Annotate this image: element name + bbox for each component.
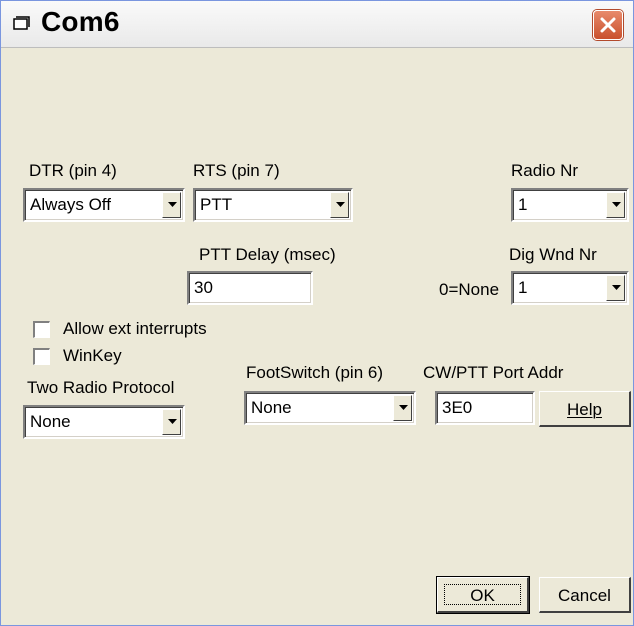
port-addr-value: 3E0 <box>442 398 473 417</box>
dtr-dropdown-button[interactable] <box>162 192 181 218</box>
radio-nr-select-value: 1 <box>518 195 528 214</box>
dtr-label: DTR (pin 4) <box>29 161 117 180</box>
dig-wnd-nr-dropdown-button[interactable] <box>606 275 625 301</box>
rts-label: RTS (pin 7) <box>193 161 280 180</box>
chevron-down-icon <box>399 405 408 410</box>
ptt-delay-value: 30 <box>194 278 213 297</box>
footswitch-value: None <box>251 398 292 417</box>
dig-wnd-nr-select-value: 1 <box>518 278 528 297</box>
cancel-button[interactable]: Cancel <box>539 577 631 613</box>
two-radio-protocol-select[interactable]: None <box>23 405 185 439</box>
dtr-select[interactable]: Always Off <box>23 188 185 222</box>
allow-ext-interrupts-label[interactable]: Allow ext interrupts <box>63 319 207 339</box>
help-button[interactable]: Help <box>539 391 631 427</box>
chevron-down-icon <box>336 202 345 207</box>
two-radio-protocol-dropdown-button[interactable] <box>162 409 181 435</box>
rts-select[interactable]: PTT <box>193 188 353 222</box>
winkey-label[interactable]: WinKey <box>63 346 122 366</box>
rts-dropdown-button[interactable] <box>330 192 349 218</box>
ok-button-label: OK <box>470 586 495 605</box>
port-addr-input[interactable]: 3E0 <box>435 391 535 425</box>
dig-wnd-nr-label: Dig Wnd Nr <box>509 245 597 264</box>
allow-ext-interrupts-checkbox[interactable] <box>33 321 50 338</box>
footswitch-select[interactable]: None <box>244 391 416 425</box>
chevron-down-icon <box>612 285 621 290</box>
two-radio-protocol-value: None <box>30 412 71 431</box>
window-title: Com6 <box>41 6 120 37</box>
help-button-label: Help <box>567 400 602 419</box>
winkey-checkbox[interactable] <box>33 348 50 365</box>
com6-dialog: Com6 DTR (pin 4) RTS (pin 7) Radio Nr Al… <box>0 0 634 626</box>
ok-button[interactable]: OK <box>436 576 530 614</box>
app-window-icon <box>13 16 31 32</box>
cw-ptt-port-addr-label: CW/PTT Port Addr <box>423 363 564 382</box>
radio-nr-select[interactable]: 1 <box>511 188 629 222</box>
footswitch-label: FootSwitch (pin 6) <box>246 363 383 382</box>
ptt-delay-label: PTT Delay (msec) <box>199 245 336 264</box>
two-radio-protocol-label: Two Radio Protocol <box>27 378 175 397</box>
chevron-down-icon <box>168 419 177 424</box>
close-button[interactable] <box>593 10 623 40</box>
dig-wnd-nr-select[interactable]: 1 <box>511 271 629 305</box>
radio-nr-label: Radio Nr <box>511 161 579 180</box>
cancel-button-label: Cancel <box>558 586 611 605</box>
title-bar[interactable]: Com6 <box>1 1 633 48</box>
rts-select-value: PTT <box>200 195 233 214</box>
footswitch-dropdown-button[interactable] <box>393 395 412 421</box>
close-icon <box>600 17 616 33</box>
ptt-delay-input[interactable]: 30 <box>187 271 313 305</box>
zero-none-label: 0=None <box>439 280 500 299</box>
chevron-down-icon <box>612 202 621 207</box>
radio-nr-dropdown-button[interactable] <box>606 192 625 218</box>
chevron-down-icon <box>168 202 177 207</box>
dtr-select-value: Always Off <box>30 195 111 214</box>
